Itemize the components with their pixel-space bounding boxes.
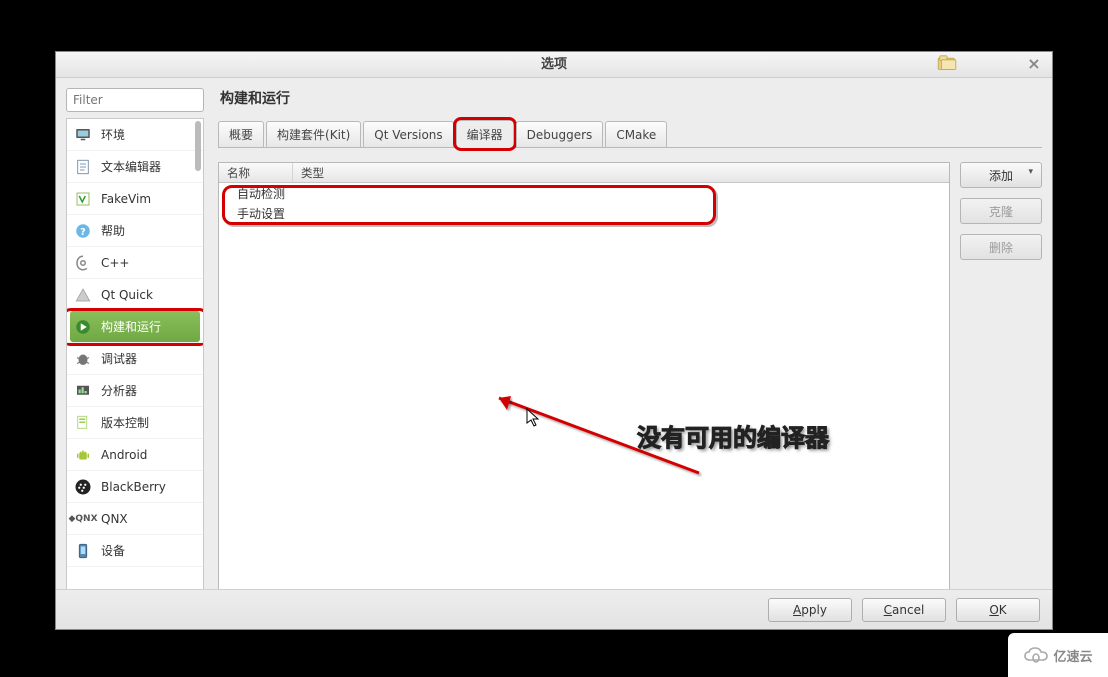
sidebar-item-environment[interactable]: 环境	[67, 119, 203, 151]
sidebar-item-label: Qt Quick	[101, 288, 153, 302]
sidebar-item-help[interactable]: ? 帮助	[67, 215, 203, 247]
sidebar: 环境 文本编辑器 FakeVim ? 帮助 C++ Qt Quick 构建和运行	[66, 88, 204, 614]
table-row[interactable]: 手动设置	[219, 203, 949, 223]
sidebar-item-devices[interactable]: 设备	[67, 535, 203, 567]
debugger-icon	[73, 349, 93, 369]
titlebar: 选项 ×	[56, 52, 1052, 78]
folder-icon	[937, 55, 957, 71]
main-pane: 构建和运行 概要 构建套件(Kit) Qt Versions 编译器 Debug…	[218, 88, 1042, 614]
button-column: 添加 克隆 删除	[960, 162, 1042, 614]
sidebar-item-label: 环境	[101, 126, 125, 143]
help-icon: ?	[73, 221, 93, 241]
tab-cmake[interactable]: CMake	[605, 121, 667, 147]
sidebar-item-vcs[interactable]: 版本控制	[67, 407, 203, 439]
tab-kits[interactable]: 构建套件(Kit)	[266, 121, 361, 147]
tab-debuggers[interactable]: Debuggers	[516, 121, 604, 147]
sidebar-item-label: 帮助	[101, 222, 125, 239]
sidebar-item-analyzer[interactable]: 分析器	[67, 375, 203, 407]
col-name[interactable]: 名称	[219, 163, 293, 182]
watermark: 亿速云	[1008, 633, 1108, 677]
sidebar-item-debugger[interactable]: 调试器	[67, 343, 203, 375]
devices-icon	[73, 541, 93, 561]
sidebar-item-label: 分析器	[101, 382, 137, 399]
sidebar-item-label: 调试器	[101, 350, 137, 367]
sidebar-item-label: 设备	[101, 542, 125, 559]
android-icon	[73, 445, 93, 465]
category-list[interactable]: 环境 文本编辑器 FakeVim ? 帮助 C++ Qt Quick 构建和运行	[66, 118, 204, 614]
table-header: 名称 类型	[219, 163, 949, 183]
compilers-table[interactable]: 名称 类型 自动检测 手动设置 没有可用的编译器	[218, 162, 950, 614]
qtquick-icon	[73, 285, 93, 305]
cpp-icon	[73, 253, 93, 273]
options-dialog: 选项 × 环境 文本编辑器 FakeVim ? 帮助 C++ Qt Quick	[55, 51, 1053, 630]
sidebar-item-label: 文本编辑器	[101, 158, 161, 175]
sidebar-item-qtquick[interactable]: Qt Quick	[67, 279, 203, 311]
clone-button: 克隆	[960, 198, 1042, 224]
vcs-icon	[73, 413, 93, 433]
sidebar-item-label: Android	[101, 448, 147, 462]
close-button[interactable]: ×	[1022, 52, 1046, 76]
tab-bar: 概要 构建套件(Kit) Qt Versions 编译器 Debuggers C…	[218, 120, 1042, 148]
window-title: 选项	[541, 57, 567, 72]
table-row[interactable]: 自动检测	[219, 183, 949, 203]
sidebar-item-qnx[interactable]: ◆QNX QNX	[67, 503, 203, 535]
tab-qtversions[interactable]: Qt Versions	[363, 121, 453, 147]
sidebar-item-buildrun[interactable]: 构建和运行	[67, 311, 203, 343]
document-icon	[73, 157, 93, 177]
col-type[interactable]: 类型	[293, 163, 949, 182]
sidebar-item-label: 构建和运行	[101, 318, 161, 335]
sidebar-item-cpp[interactable]: C++	[67, 247, 203, 279]
add-button[interactable]: 添加	[960, 162, 1042, 188]
svg-text:?: ?	[80, 226, 86, 237]
sidebar-item-label: BlackBerry	[101, 480, 166, 494]
blackberry-icon	[73, 477, 93, 497]
tab-overview[interactable]: 概要	[218, 121, 264, 147]
cancel-button[interactable]: Cancel	[862, 598, 946, 622]
sidebar-item-label: 版本控制	[101, 414, 149, 431]
sidebar-item-blackberry[interactable]: BlackBerry	[67, 471, 203, 503]
sidebar-item-texteditor[interactable]: 文本编辑器	[67, 151, 203, 183]
tab-compilers[interactable]: 编译器	[456, 120, 514, 148]
sidebar-item-android[interactable]: Android	[67, 439, 203, 471]
annotation-text: 没有可用的编译器	[637, 418, 829, 453]
page-title: 构建和运行	[220, 88, 1042, 108]
dialog-footer: Apply Cancel OK	[56, 589, 1052, 629]
delete-button: 删除	[960, 234, 1042, 260]
filter-input[interactable]	[66, 88, 204, 112]
buildrun-icon	[73, 317, 93, 337]
sidebar-item-label: C++	[101, 256, 130, 270]
qnx-icon: ◆QNX	[73, 509, 93, 529]
sidebar-item-label: QNX	[101, 512, 128, 526]
sidebar-item-label: FakeVim	[101, 192, 151, 206]
apply-button[interactable]: Apply	[768, 598, 852, 622]
watermark-text: 亿速云	[1053, 646, 1092, 665]
cloud-icon	[1023, 646, 1049, 664]
ok-button[interactable]: OK	[956, 598, 1040, 622]
analyzer-icon	[73, 381, 93, 401]
annotation-arrow	[469, 388, 749, 498]
sidebar-item-fakevim[interactable]: FakeVim	[67, 183, 203, 215]
monitor-icon	[73, 125, 93, 145]
fakevim-icon	[73, 189, 93, 209]
